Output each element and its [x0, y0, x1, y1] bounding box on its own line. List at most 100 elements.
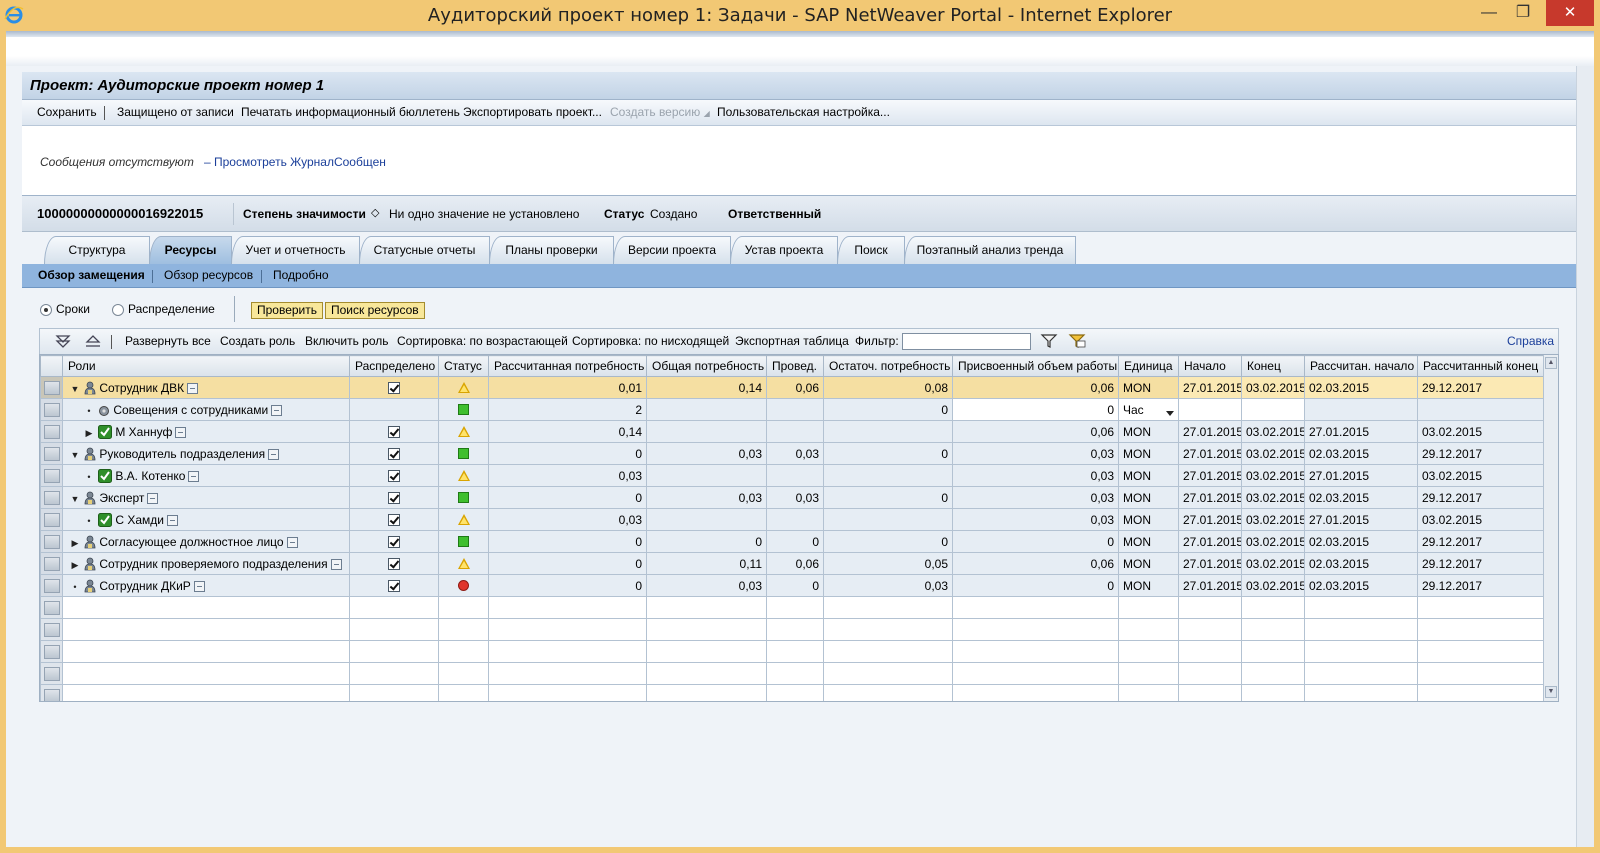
distributed-checkbox[interactable] [388, 425, 400, 438]
col-roles[interactable]: Роли [62, 355, 350, 377]
distributed-cell[interactable] [349, 376, 439, 399]
distributed-cell[interactable] [349, 464, 439, 487]
row-selector[interactable] [40, 530, 63, 553]
row-select-handle[interactable] [43, 402, 60, 417]
distributed-checkbox[interactable] [388, 381, 400, 394]
details-icon[interactable] [286, 536, 298, 548]
expand-all-button[interactable]: Развернуть все [125, 334, 211, 348]
row-select-handle[interactable] [43, 380, 60, 395]
row-selector[interactable] [40, 508, 63, 531]
col-done[interactable]: Провед. [766, 355, 824, 377]
row-selector[interactable] [40, 376, 63, 399]
dates-radio[interactable] [40, 304, 52, 316]
col-status[interactable]: Статус [438, 355, 489, 377]
role-name[interactable]: Руководитель подразделения [99, 447, 265, 461]
role-name[interactable]: Совещения с сотрудниками [113, 403, 268, 417]
col-start[interactable]: Начало [1178, 355, 1242, 377]
table-row[interactable]: ▶ Согласующее должностное лицо 0 0 0 0 0 MON 27… [40, 530, 1544, 553]
role-cell[interactable]: ▶ М Ханнуф [62, 420, 350, 443]
find-resources-button[interactable]: Поиск ресурсов [325, 302, 425, 319]
view-message-log-link[interactable]: – Просмотреть ЖурналСообщен [204, 155, 386, 169]
subnav-overview-resources[interactable]: Обзор ресурсов [164, 268, 253, 282]
row-select-handle[interactable] [43, 622, 60, 637]
table-row[interactable]: ▼ Руководитель подразделения 0 0,03 0,03 0 0,… [40, 442, 1544, 465]
table-row[interactable]: ▼ Эксперт 0 0,03 0,03 0 0,03 MON 27.01.2015 03.0… [40, 486, 1544, 509]
col-total-demand[interactable]: Общая потребность [646, 355, 767, 377]
role-name[interactable]: М Ханнуф [115, 425, 172, 439]
row-select-handle[interactable] [43, 424, 60, 439]
role-name[interactable]: В.А. Котенко [115, 469, 185, 483]
distributed-cell[interactable] [349, 552, 439, 575]
table-row[interactable]: • Сотрудник ДКиР 0 0,03 0 0,03 0 MON 27.01.2015… [40, 574, 1544, 597]
print-bulletin-button[interactable]: Печатать информационный бюллетень [241, 105, 460, 119]
export-table-button[interactable]: Экспортная таблица [735, 334, 849, 348]
table-row[interactable]: ▼ Сотрудник ДВК 0,01 0,14 0,06 0,08 0,06 MON 27… [40, 376, 1544, 399]
role-name[interactable]: С Хамди [115, 513, 164, 527]
distribution-radio[interactable] [112, 304, 124, 316]
distributed-checkbox[interactable] [388, 513, 400, 526]
role-cell[interactable]: ▼ Руководитель подразделения [62, 442, 350, 465]
role-name[interactable]: Сотрудник ДВК [99, 381, 184, 395]
table-row[interactable]: • С Хамди 0,03 0,03 MON 27.01.2015 03.02.2015… [40, 508, 1544, 531]
create-role-button[interactable]: Создать роль [220, 334, 295, 348]
details-icon[interactable] [193, 580, 205, 592]
unit-cell[interactable]: Час [1118, 398, 1179, 421]
row-selector[interactable] [40, 662, 63, 685]
role-name[interactable]: Сотрудник проверяемого подразделения [99, 557, 327, 571]
role-name[interactable]: Эксперт [99, 491, 144, 505]
tab-audit-plans[interactable]: Планы проверки [489, 236, 614, 264]
col-distributed[interactable]: Распределено [349, 355, 439, 377]
expand-down-icon[interactable] [54, 333, 72, 349]
distributed-cell[interactable] [349, 574, 439, 597]
details-icon[interactable] [268, 448, 280, 460]
leaf-bullet-icon[interactable]: • [83, 472, 95, 482]
tab-trend-analysis[interactable]: Поэтапный анализ тренда [904, 236, 1076, 264]
row-select-handle[interactable] [43, 644, 60, 659]
tab-structure[interactable]: Структура [44, 236, 150, 264]
select-all-header[interactable] [40, 355, 63, 377]
col-calc-end[interactable]: Рассчитанный конец [1417, 355, 1544, 377]
role-name[interactable]: Сотрудник ДКиР [99, 579, 190, 593]
leaf-bullet-icon[interactable]: • [69, 582, 81, 592]
row-select-handle[interactable] [43, 468, 60, 483]
expand-arrow-icon[interactable]: ▶ [69, 560, 81, 571]
details-icon[interactable] [166, 514, 178, 526]
table-row[interactable]: ▶ Сотрудник проверяемого подразделения 0 0… [40, 552, 1544, 575]
details-icon[interactable] [147, 492, 159, 504]
start-cell[interactable] [1178, 398, 1242, 421]
distributed-cell[interactable] [349, 530, 439, 553]
distributed-checkbox[interactable] [388, 557, 400, 570]
expand-arrow-icon[interactable]: ▶ [83, 428, 95, 439]
row-select-handle[interactable] [43, 534, 60, 549]
row-selector[interactable] [40, 574, 63, 597]
details-icon[interactable] [187, 382, 199, 394]
collapse-arrow-icon[interactable]: ▼ [69, 494, 81, 504]
row-select-handle[interactable] [43, 688, 60, 701]
tab-accounting[interactable]: Учет и отчетность [231, 236, 360, 264]
row-select-handle[interactable] [43, 578, 60, 593]
include-role-button[interactable]: Включить роль [305, 334, 389, 348]
tab-status-reports[interactable]: Статусные отчеты [359, 236, 490, 264]
close-button[interactable]: ✕ [1546, 0, 1594, 26]
col-assigned-work[interactable]: Присвоенный объем работы [952, 355, 1119, 377]
export-project-button[interactable]: Экспортировать проект... [463, 105, 602, 119]
scroll-down-icon[interactable]: ▼ [1545, 686, 1557, 698]
role-cell[interactable]: • С Хамди [62, 508, 350, 531]
tab-project-charter[interactable]: Устав проекта [730, 236, 838, 264]
details-icon[interactable] [188, 470, 200, 482]
distributed-checkbox[interactable] [388, 491, 400, 504]
distributed-checkbox[interactable] [388, 447, 400, 460]
minimize-button[interactable]: — [1472, 0, 1506, 26]
col-remaining[interactable]: Остаточ. потребность [823, 355, 953, 377]
filter-input[interactable] [902, 333, 1031, 350]
help-link[interactable]: Справка [1507, 334, 1554, 348]
role-cell[interactable]: ▼ Сотрудник ДВК [62, 376, 350, 399]
assigned-work-cell[interactable]: 0 [952, 398, 1119, 421]
role-cell[interactable]: ▶ Согласующее должностное лицо [62, 530, 350, 553]
subnav-overview-staffing[interactable]: Обзор замещения [38, 268, 145, 282]
row-selector[interactable] [40, 420, 63, 443]
tab-resources[interactable]: Ресурсы [149, 236, 232, 264]
collapse-up-icon[interactable] [84, 333, 102, 349]
distributed-cell[interactable] [349, 420, 439, 443]
tab-search[interactable]: Поиск [837, 236, 905, 264]
